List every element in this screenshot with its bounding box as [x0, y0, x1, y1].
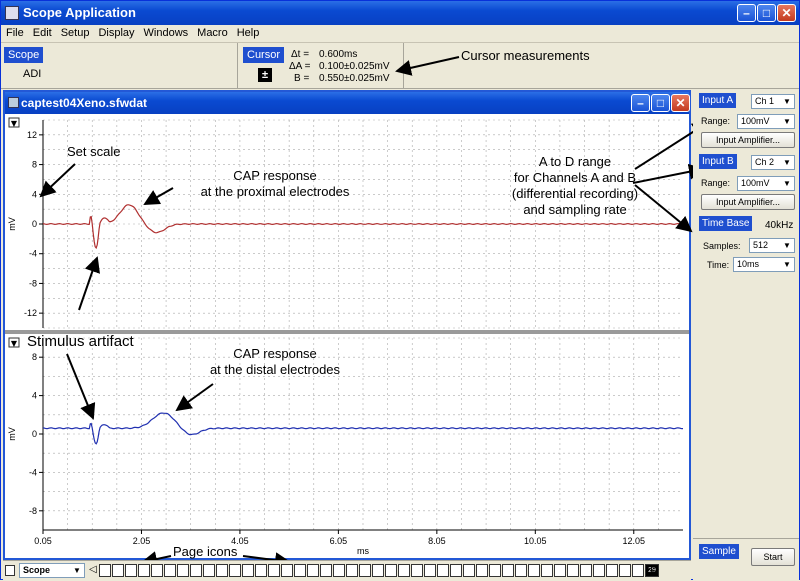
input-a-label[interactable]: Input A — [699, 93, 737, 108]
samples-label: Samples: — [703, 241, 741, 251]
page-icon[interactable] — [216, 564, 228, 577]
page-icon[interactable] — [580, 564, 592, 577]
samples-select[interactable]: 512 ▼ — [749, 238, 795, 253]
page-icon[interactable] — [619, 564, 631, 577]
page-icon[interactable] — [502, 564, 514, 577]
page-icon[interactable] — [320, 564, 332, 577]
chevron-down-icon: ▼ — [783, 260, 791, 269]
page-icon[interactable] — [606, 564, 618, 577]
scroll-left-icon[interactable]: ◁ — [89, 564, 97, 575]
page-icon[interactable] — [554, 564, 566, 577]
scope-application-window: Scope Application – □ ✕ File Edit Setup Dis… — [0, 0, 800, 580]
page-icon[interactable] — [385, 564, 397, 577]
page-icon[interactable] — [567, 564, 579, 577]
input-a-range-label: Range: — [701, 116, 731, 126]
input-a-amplifier-button[interactable]: Input Amplifier... — [701, 132, 795, 148]
input-b-channel-value: Ch 2 — [755, 157, 775, 167]
input-a-channel-select[interactable]: Ch 1 ▼ — [751, 94, 795, 109]
page-icon[interactable] — [229, 564, 241, 577]
page-icon[interactable] — [294, 564, 306, 577]
page-icon[interactable] — [424, 564, 436, 577]
page-icon[interactable] — [476, 564, 488, 577]
page-icon[interactable] — [151, 564, 163, 577]
time-select[interactable]: 10ms ▼ — [733, 257, 795, 272]
page-icon[interactable] — [242, 564, 254, 577]
chevron-down-icon: ▼ — [783, 97, 791, 106]
page-icon[interactable] — [437, 564, 449, 577]
input-a-range-value: 100mV — [741, 116, 770, 126]
scroll-right-icon[interactable]: ▷ — [651, 564, 659, 575]
input-b-range-select[interactable]: 100mV ▼ — [737, 176, 795, 191]
page-icon[interactable] — [593, 564, 605, 577]
input-b-label[interactable]: Input B — [699, 154, 737, 169]
sampling-rate: 40kHz — [765, 220, 794, 231]
page-icon[interactable] — [632, 564, 644, 577]
input-b-range-label: Range: — [701, 178, 731, 188]
page-icon[interactable] — [463, 564, 475, 577]
annotation-arrows-page — [395, 56, 709, 233]
time-value: 10ms — [737, 259, 760, 269]
page-icon[interactable] — [359, 564, 371, 577]
page-icon[interactable] — [346, 564, 358, 577]
page-icon[interactable] — [281, 564, 293, 577]
input-b-range-value: 100mV — [741, 178, 770, 188]
page-icon[interactable] — [541, 564, 553, 577]
right-panel: Input A Ch 1 ▼ Range: 100mV ▼ Input Amplif… — [693, 90, 799, 580]
page-icon[interactable] — [411, 564, 423, 577]
time-base-label[interactable]: Time Base — [699, 216, 753, 231]
page-icon[interactable] — [138, 564, 150, 577]
chevron-down-icon: ▼ — [73, 566, 81, 575]
page-icon[interactable] — [99, 564, 111, 577]
input-b-amplifier-button[interactable]: Input Amplifier... — [701, 194, 795, 210]
input-b-channel-select[interactable]: Ch 2 ▼ — [751, 155, 795, 170]
page-icon[interactable] — [398, 564, 410, 577]
page-icon[interactable] — [489, 564, 501, 577]
page-icon[interactable] — [5, 565, 15, 576]
samples-value: 512 — [753, 240, 769, 250]
page-icon[interactable] — [177, 564, 189, 577]
chevron-down-icon: ▼ — [783, 241, 791, 250]
page-icon[interactable] — [268, 564, 280, 577]
view-select-value: Scope — [23, 565, 51, 575]
sample-label[interactable]: Sample — [699, 544, 739, 559]
time-label: Time: — [707, 260, 730, 270]
view-select[interactable]: Scope ▼ — [19, 563, 85, 578]
page-icon[interactable] — [255, 564, 267, 577]
page-icon[interactable] — [372, 564, 384, 577]
page-icon[interactable] — [112, 564, 124, 577]
chevron-down-icon: ▼ — [783, 179, 791, 188]
page-icon[interactable] — [515, 564, 527, 577]
input-a-range-select[interactable]: 100mV ▼ — [737, 114, 795, 129]
page-bar: Scope ▼ ◁ 29 ▷ — [3, 560, 691, 580]
page-icon[interactable] — [190, 564, 202, 577]
page-icon[interactable] — [203, 564, 215, 577]
page-icon[interactable] — [307, 564, 319, 577]
input-a-channel-value: Ch 1 — [755, 96, 775, 106]
page-icon[interactable] — [450, 564, 462, 577]
chevron-down-icon: ▼ — [783, 117, 791, 126]
page-icon[interactable] — [164, 564, 176, 577]
chevron-down-icon: ▼ — [783, 158, 791, 167]
start-button[interactable]: Start — [751, 548, 795, 566]
page-icon[interactable] — [333, 564, 345, 577]
divider — [693, 538, 799, 539]
page-icon[interactable] — [125, 564, 137, 577]
page-icon[interactable] — [528, 564, 540, 577]
